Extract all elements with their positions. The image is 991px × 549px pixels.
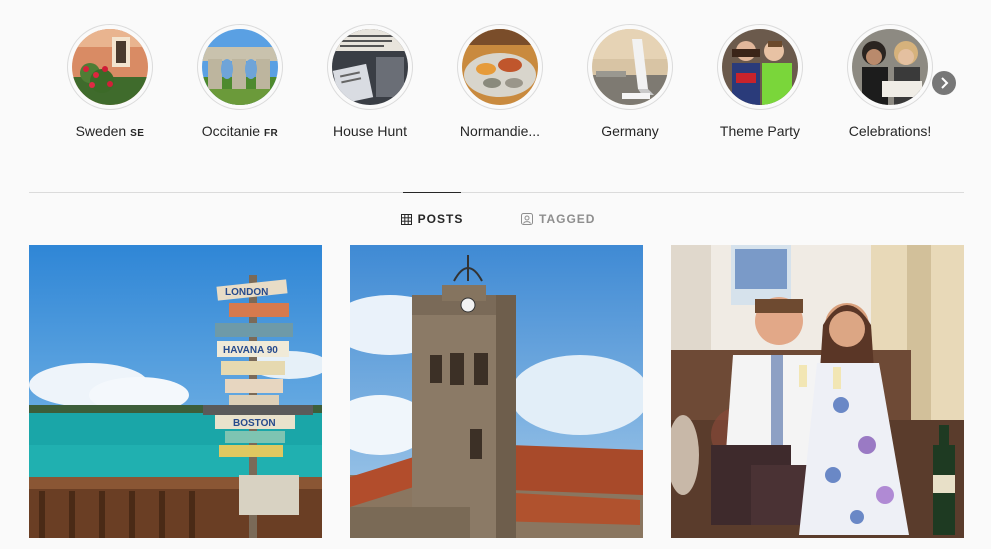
costume-party-icon — [722, 29, 798, 105]
highlight-sweden[interactable]: Sweden SE — [50, 24, 170, 139]
highlight-label: Celebrations! — [848, 123, 932, 139]
highlight-label: Sweden SE — [75, 123, 145, 139]
highlight-house-hunt[interactable]: House Hunt — [310, 24, 430, 139]
highlight-germany[interactable]: Germany — [570, 24, 690, 139]
sign-label: LONDON — [225, 287, 268, 298]
friends-celebrating-icon — [852, 29, 928, 105]
tabs-divider — [29, 192, 964, 193]
tag-icon — [521, 213, 533, 225]
highlight-occitanie[interactable]: Occitanie FR — [180, 24, 300, 139]
highlight-normandie[interactable]: Normandie... — [440, 24, 560, 139]
highlight-label: Normandie... — [459, 123, 541, 139]
next-highlights-button[interactable] — [932, 71, 956, 95]
post-2[interactable] — [350, 245, 643, 538]
highlight-ring — [197, 24, 283, 110]
seafood-platter-icon — [462, 29, 538, 105]
post-3[interactable] — [671, 245, 964, 538]
signpost-sea-photo-icon: LONDON HAVANA 90 BOSTON — [29, 245, 322, 538]
highlight-ring — [327, 24, 413, 110]
newspaper-documents-icon — [332, 29, 408, 105]
highlight-ring — [717, 24, 803, 110]
story-highlights: Sweden SE Occitanie FR House Hunt Norman… — [0, 0, 991, 150]
grid-icon — [400, 213, 412, 225]
chevron-right-icon — [941, 77, 949, 89]
tab-posts[interactable]: POSTS — [400, 192, 464, 245]
highlight-label: Germany — [601, 123, 659, 139]
highlight-ring — [67, 24, 153, 110]
highlight-label: House Hunt — [333, 123, 407, 139]
tab-tagged[interactable]: TAGGED — [521, 193, 595, 245]
church-tower-photo-icon — [350, 245, 643, 538]
highlight-theme-party[interactable]: Theme Party — [700, 24, 820, 139]
couple-champagne-photo-icon — [671, 245, 964, 538]
highlight-label: Theme Party — [719, 123, 801, 139]
highlight-label: Occitanie FR — [201, 123, 279, 139]
sign-label: BOSTON — [233, 418, 276, 429]
highlight-ring — [587, 24, 673, 110]
post-1[interactable]: LONDON HAVANA 90 BOSTON — [29, 245, 322, 538]
airplane-wing-icon — [592, 29, 668, 105]
highlight-ring — [847, 24, 933, 110]
highlight-ring — [457, 24, 543, 110]
sign-label: HAVANA 90 — [223, 345, 278, 356]
aqueduct-arches-icon — [202, 29, 278, 105]
tab-label: TAGGED — [539, 212, 596, 226]
tab-label: POSTS — [417, 212, 464, 226]
sweden-house-roses-icon — [72, 29, 148, 105]
